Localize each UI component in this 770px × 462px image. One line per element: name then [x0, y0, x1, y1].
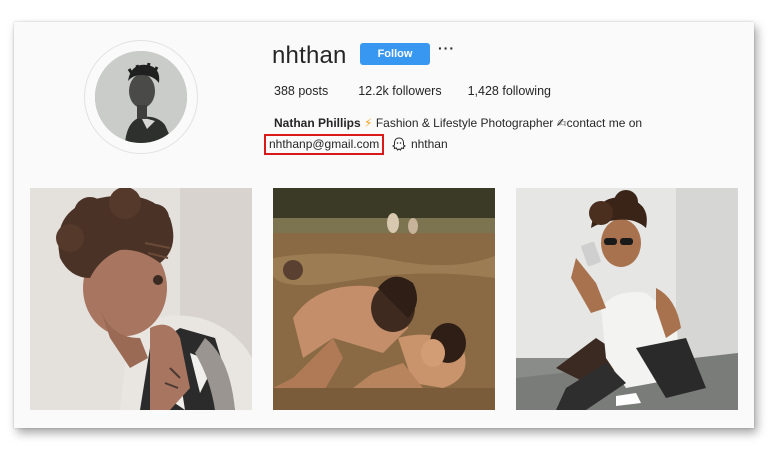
bio-line-1: Nathan Phillips ⚡ Fashion & Lifestyle Ph…: [274, 116, 642, 130]
email-highlight: nhthanp@gmail.com: [264, 134, 385, 155]
bio-contact-text: contact me on: [566, 116, 643, 130]
post-river-swimmers[interactable]: [273, 188, 495, 410]
follow-button[interactable]: Follow: [360, 43, 430, 65]
avatar[interactable]: [95, 51, 187, 143]
bio-line-2: nhthanp@gmail.com nhthan: [264, 134, 448, 155]
ghost-icon: [391, 137, 406, 151]
followers-count[interactable]: 12.2k followers: [358, 84, 441, 98]
bio-email[interactable]: nhthanp@gmail.com: [269, 137, 379, 151]
profile-stats: 388 posts 12.2k followers 1,428 followin…: [274, 84, 551, 98]
writing-hand-icon: ✍: [556, 116, 567, 130]
bio-name: Nathan Phillips: [274, 116, 361, 130]
username: nhthan: [272, 42, 347, 69]
more-options-icon[interactable]: ···: [438, 40, 455, 56]
bio-handle[interactable]: nhthan: [411, 137, 448, 151]
following-count[interactable]: 1,428 following: [468, 84, 551, 98]
post-selfie-sunglasses[interactable]: [516, 188, 738, 410]
bio-description: Fashion & Lifestyle Photographer: [375, 116, 554, 130]
lightning-icon: ⚡: [364, 116, 373, 130]
profile-card: nhthan Follow ··· 388 posts 12.2k follow…: [14, 22, 754, 428]
post-curly-hair-portrait[interactable]: [30, 188, 252, 410]
avatar-ring[interactable]: [84, 40, 198, 154]
posts-count[interactable]: 388 posts: [274, 84, 328, 98]
